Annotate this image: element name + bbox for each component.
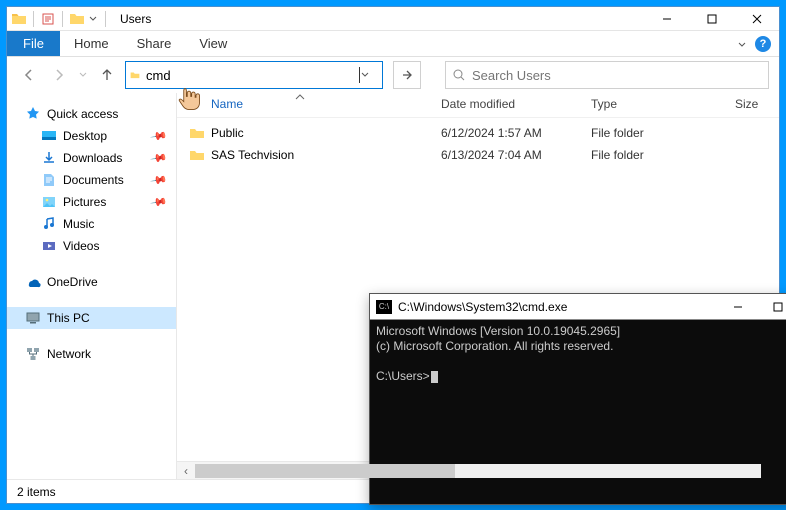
dropdown-icon[interactable] [87,11,99,27]
sort-indicator-icon [295,94,305,100]
cmd-minimize-button[interactable] [718,294,758,320]
downloads-icon [41,150,57,166]
file-type: File folder [591,126,735,140]
this-pc-icon [25,310,41,326]
tab-view[interactable]: View [185,31,241,56]
recent-dropdown-icon[interactable] [77,63,89,87]
sidebar-item-label: OneDrive [47,275,98,289]
title-bar: Users [7,7,779,31]
sidebar-item-pictures[interactable]: Pictures 📌 [7,191,176,213]
sidebar-item-videos[interactable]: Videos [7,235,176,257]
videos-icon [41,238,57,254]
scroll-left-icon[interactable]: ‹ [177,464,195,478]
ribbon-tabs: File Home Share View ? [7,31,779,57]
table-row[interactable]: Public 6/12/2024 1:57 AM File folder [189,122,779,144]
minimize-button[interactable] [644,7,689,31]
cmd-title-bar[interactable]: C:\ C:\Windows\System32\cmd.exe [370,294,786,320]
sidebar-item-label: This PC [47,311,90,325]
cmd-window-title: C:\Windows\System32\cmd.exe [398,300,718,314]
navigation-pane: Quick access Desktop 📌 Downloads 📌 Docum… [7,93,177,479]
column-label: Name [189,97,243,111]
sidebar-item-label: Downloads [63,151,122,165]
desktop-icon [41,128,57,144]
sidebar-item-this-pc[interactable]: This PC [7,307,176,329]
item-count: 2 items [17,485,56,499]
onedrive-icon [25,274,41,290]
column-date[interactable]: Date modified [441,97,591,111]
tab-home[interactable]: Home [60,31,123,56]
quick-access-label: Quick access [47,107,118,121]
help-icon[interactable]: ? [755,36,771,52]
sidebar-item-label: Documents [63,173,124,187]
up-button[interactable] [95,63,119,87]
tab-share[interactable]: Share [123,31,186,56]
sidebar-item-downloads[interactable]: Downloads 📌 [7,147,176,169]
file-type: File folder [591,148,735,162]
properties-icon[interactable] [40,11,56,27]
address-input[interactable] [146,68,359,83]
pin-icon: 📌 [150,171,169,190]
go-button[interactable] [393,61,421,89]
search-icon [452,68,466,82]
cmd-cursor [431,371,438,383]
ribbon-collapse-icon[interactable] [737,39,747,49]
sidebar-item-documents[interactable]: Documents 📌 [7,169,176,191]
quick-access-header[interactable]: Quick access [7,103,176,125]
cmd-icon: C:\ [376,300,392,314]
maximize-button[interactable] [689,7,734,31]
sidebar-item-label: Network [47,347,91,361]
scroll-thumb[interactable] [195,464,455,478]
sidebar-item-desktop[interactable]: Desktop 📌 [7,125,176,147]
folder-icon [130,67,146,83]
pictures-icon [41,194,57,210]
back-button[interactable] [17,63,41,87]
table-row[interactable]: SAS Techvision 6/13/2024 7:04 AM File fo… [189,144,779,166]
address-bar[interactable] [125,61,383,89]
cmd-prompt-line: C:\Users> [376,369,786,384]
folder-icon [189,147,211,163]
column-type[interactable]: Type [591,97,735,111]
cmd-prompt: C:\Users> [376,369,430,383]
pin-icon: 📌 [150,193,169,212]
file-list-area: Name Date modified Type Size Public 6/12… [177,93,779,479]
file-name: SAS Techvision [211,148,441,162]
sidebar-item-label: Desktop [63,129,107,143]
address-dropdown-icon[interactable] [360,70,378,80]
quick-access-toolbar [7,11,114,27]
file-name: Public [211,126,441,140]
close-button[interactable] [734,7,779,31]
documents-icon [41,172,57,188]
file-tab[interactable]: File [7,31,60,56]
pin-icon: 📌 [150,127,169,146]
network-icon [25,346,41,362]
cmd-output-line: (c) Microsoft Corporation. All rights re… [376,339,786,354]
forward-button[interactable] [47,63,71,87]
folder-icon[interactable] [69,11,85,27]
column-name[interactable]: Name [189,97,441,111]
column-size[interactable]: Size [735,97,779,111]
sidebar-item-music[interactable]: Music [7,213,176,235]
file-date: 6/12/2024 1:57 AM [441,126,591,140]
sidebar-item-label: Music [63,217,94,231]
sidebar-item-label: Videos [63,239,99,253]
window-title: Users [114,12,644,26]
sidebar-item-onedrive[interactable]: OneDrive [7,271,176,293]
cmd-maximize-button[interactable] [758,294,786,320]
navigation-bar [7,57,779,93]
file-rows: Public 6/12/2024 1:57 AM File folder SAS… [177,118,779,166]
column-headers: Name Date modified Type Size [177,93,779,118]
sidebar-item-network[interactable]: Network [7,343,176,365]
search-input[interactable] [472,68,762,83]
horizontal-scrollbar[interactable]: ‹ › [177,461,779,479]
search-box[interactable] [445,61,769,89]
folder-icon [11,11,27,27]
music-icon [41,216,57,232]
sidebar-item-label: Pictures [63,195,106,209]
star-icon [25,106,41,122]
pin-icon: 📌 [150,149,169,168]
explorer-window: Users File Home Share View ? [6,6,780,504]
folder-icon [189,125,211,141]
file-date: 6/13/2024 7:04 AM [441,148,591,162]
cmd-output-line: Microsoft Windows [Version 10.0.19045.29… [376,324,786,339]
